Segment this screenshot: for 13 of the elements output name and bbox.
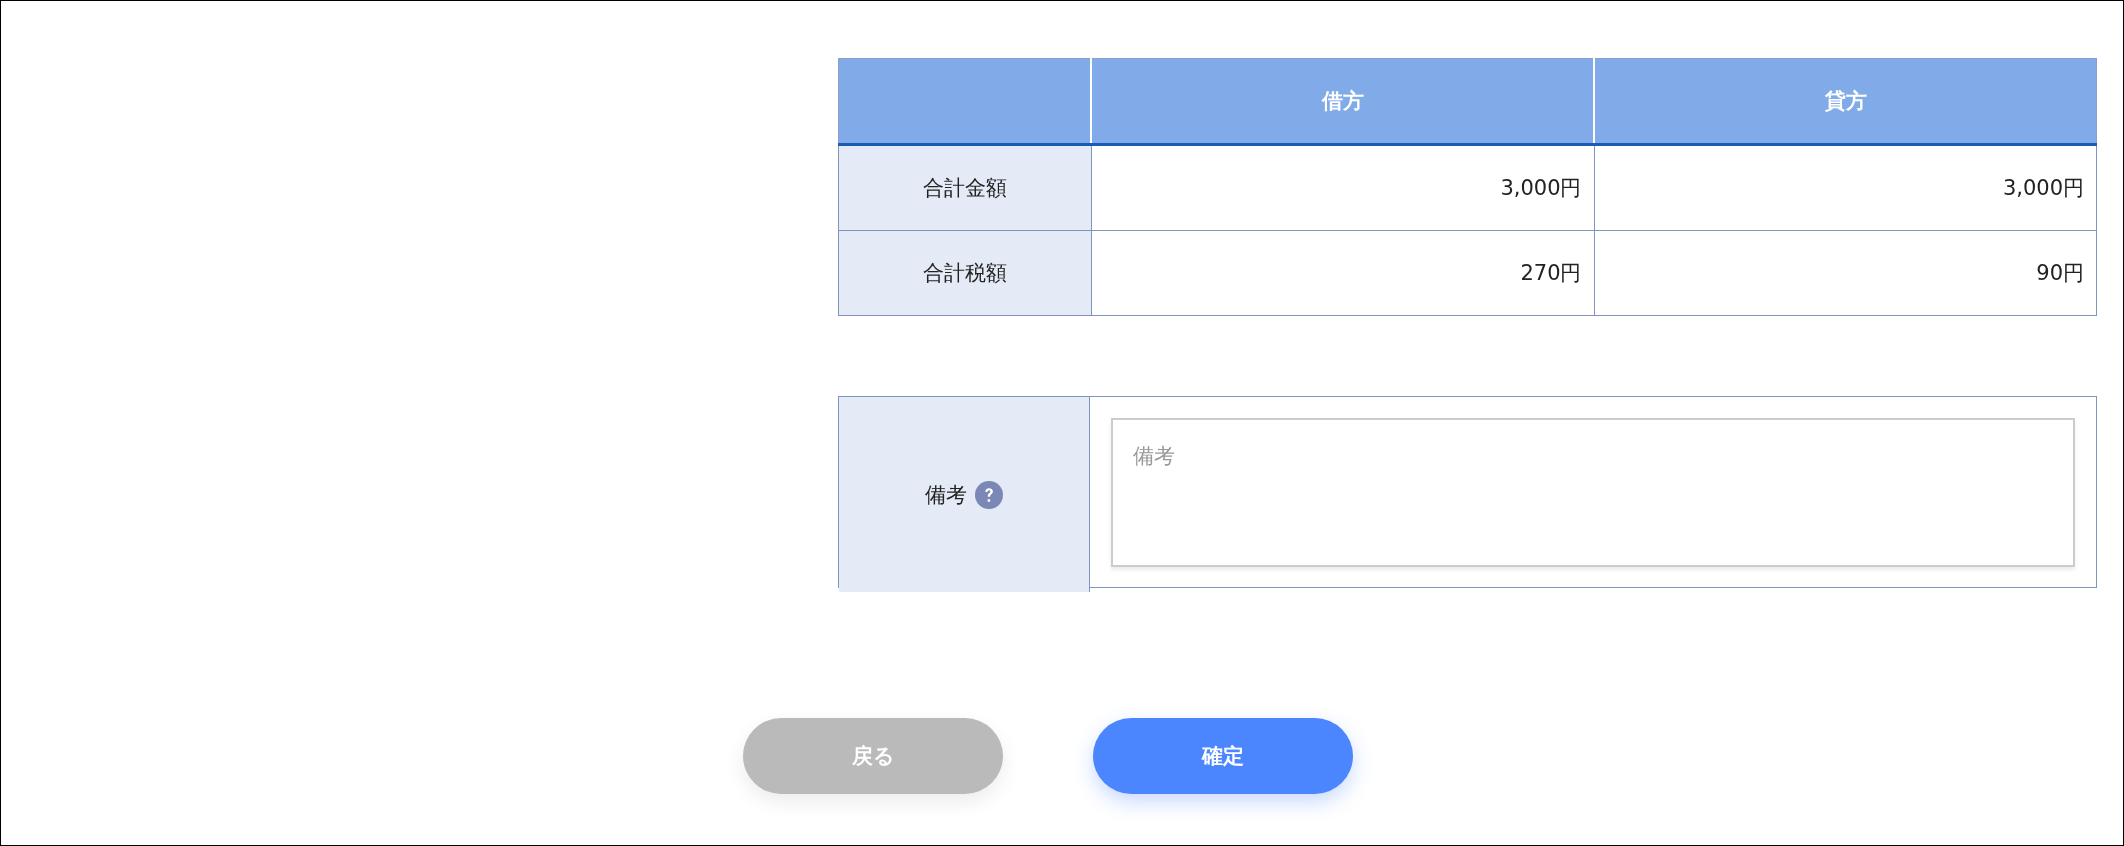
remarks-field[interactable]: 備考	[1111, 418, 2075, 567]
remarks-label: 備考	[925, 481, 967, 509]
back-button[interactable]: 戻る	[743, 718, 1003, 794]
table-cell: 270円	[1091, 230, 1594, 316]
table-cell: 3,000円	[1091, 144, 1594, 231]
row-header: 合計税額	[838, 230, 1091, 316]
column-header: 貸方	[1594, 58, 2097, 145]
help-icon[interactable]	[975, 480, 1003, 509]
column-header: 借方	[1091, 58, 1594, 145]
table-cell: 90円	[1594, 230, 2097, 316]
confirm-button[interactable]: 確定	[1093, 718, 1353, 794]
row-header: 合計金額	[838, 144, 1091, 231]
table-cell: 3,000円	[1594, 144, 2097, 231]
